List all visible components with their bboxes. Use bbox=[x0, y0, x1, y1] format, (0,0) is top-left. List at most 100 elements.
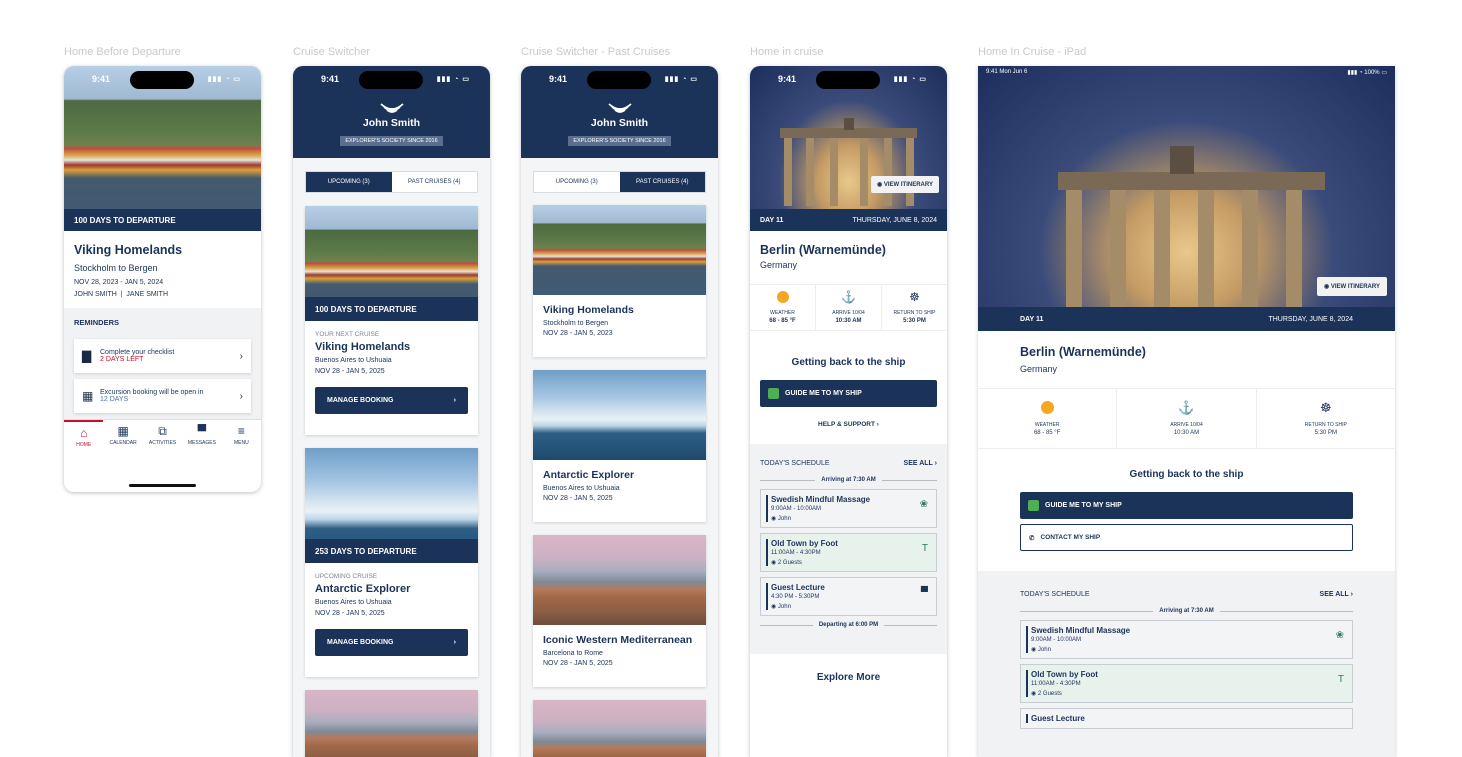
sun-icon bbox=[1040, 401, 1054, 414]
cruise-tabs: UPCOMING (3) PAST CRUISES (4) bbox=[533, 171, 706, 193]
event-attendee: ◉ John bbox=[771, 604, 791, 610]
event-title: Swedish Mindful Massage bbox=[1031, 626, 1131, 635]
help-support-link[interactable]: HELP & SUPPORT › bbox=[750, 421, 947, 428]
calendar-icon: ▦ bbox=[117, 424, 129, 438]
info-value: 5:30 PM bbox=[1314, 430, 1337, 436]
arriving-divider: Arriving at 7:30 AM bbox=[1020, 608, 1353, 614]
tab-upcoming[interactable]: UPCOMING (3) bbox=[306, 172, 392, 192]
phone-home-before-departure: 9:41 ▮▮▮ ◔ ▭ 100 DAYS TO DEPARTURE Viking… bbox=[64, 66, 261, 492]
anchor-icon: ⚓ bbox=[841, 290, 856, 304]
status-time: 9:41 Mon Jun 6 bbox=[986, 69, 1028, 75]
cruise-label: UPCOMING CRUISE bbox=[315, 573, 378, 580]
departure-banner: 253 DAYS TO DEPARTURE bbox=[305, 539, 478, 563]
chevron-right-icon: › bbox=[239, 390, 243, 402]
battery-level: 100% bbox=[1364, 69, 1380, 76]
cruise-card[interactable]: 100 DAYS TO DEPARTURE YOUR NEXT CRUISE V… bbox=[305, 206, 478, 435]
profile-name: John Smith bbox=[362, 117, 421, 129]
schedule-item[interactable]: Guest Lecture 4:30 PM - 5:30PM ◉ John ▀ bbox=[760, 577, 937, 616]
status-time: 9:41 bbox=[321, 74, 340, 84]
nav-home[interactable]: ⌂ HOME bbox=[64, 420, 104, 457]
nav-calendar[interactable]: ▦ CALENDAR bbox=[103, 420, 142, 457]
event-time: 9:00AM - 10:00AM bbox=[1031, 637, 1082, 643]
phone-past-cruises: 9:41 ▮▮▮ ◔ ▭ John Smith EXPLORER'S SOCIET… bbox=[521, 66, 718, 757]
status-time: 9:41 bbox=[549, 74, 568, 84]
map-icon bbox=[1028, 500, 1039, 511]
cruise-dates: NOV 28 - JAN 5, 2025 bbox=[315, 610, 385, 617]
see-all-link[interactable]: SEE ALL › bbox=[904, 460, 937, 467]
event-title: Old Town by Foot bbox=[1031, 670, 1098, 679]
cruise-dates: NOV 28, 2023 - JAN 5, 2024 bbox=[74, 279, 164, 286]
guide-me-button[interactable]: GUIDE ME TO MY SHIP bbox=[1020, 492, 1353, 519]
cruise-card[interactable]: 253 DAYS TO DEPARTURE UPCOMING CRUISE An… bbox=[305, 448, 478, 677]
attendee-name: John bbox=[777, 516, 791, 522]
reminder-excursion[interactable]: ▦ Excursion booking will be open in 12 DA… bbox=[74, 379, 251, 413]
return-info: ☸ RETURN TO SHIP 5:30 PM bbox=[881, 285, 947, 330]
status-time: 9:41 bbox=[92, 74, 111, 84]
tab-past-cruises[interactable]: PAST CRUISES (4) bbox=[619, 172, 705, 192]
shirt-icon: T bbox=[921, 543, 928, 554]
nav-menu[interactable]: ≡ MENU bbox=[222, 420, 261, 457]
schedule-item[interactable]: Old Town by Foot 11:00AM - 4:30PM ◉ 2 Gues… bbox=[760, 533, 937, 572]
button-label: VIEW ITINERARY bbox=[1330, 284, 1380, 290]
attendee-name: John bbox=[1037, 647, 1051, 653]
nav-messages[interactable]: ▀ MESSAGES bbox=[182, 420, 221, 457]
cruise-route: Stockholm to Bergen bbox=[74, 263, 158, 273]
guest-name: JANE SMITH bbox=[126, 291, 169, 298]
event-title: Old Town by Foot bbox=[771, 539, 838, 548]
tab-upcoming[interactable]: UPCOMING (3) bbox=[534, 172, 620, 192]
phone-icon: ✆ bbox=[1029, 534, 1035, 542]
location-pin-icon: ◉ bbox=[876, 182, 884, 188]
reminder-deadline: 12 DAYS bbox=[100, 396, 129, 403]
event-title: Swedish Mindful Massage bbox=[771, 495, 871, 504]
guide-me-button[interactable]: GUIDE ME TO MY SHIP bbox=[760, 380, 937, 407]
past-cruise-card[interactable]: Iconic Western Mediterranean Barcelona t… bbox=[533, 535, 706, 687]
past-cruise-card[interactable] bbox=[533, 700, 706, 757]
view-itinerary-button[interactable]: ◉ VIEW ITINERARY bbox=[870, 176, 939, 193]
schedule-item[interactable]: Guest Lecture bbox=[1020, 708, 1353, 729]
tab-past-cruises[interactable]: PAST CRUISES (4) bbox=[392, 172, 478, 192]
schedule-item[interactable]: Swedish Mindful Massage 9:00AM - 10:00AM ◉… bbox=[1020, 620, 1353, 659]
schedule-item[interactable]: Swedish Mindful Massage 9:00AM - 10:00AM ◉… bbox=[760, 489, 937, 528]
manage-booking-button[interactable]: MANAGE BOOKING › bbox=[315, 387, 468, 414]
cruise-photo bbox=[533, 370, 706, 460]
button-label: MANAGE BOOKING bbox=[327, 397, 394, 404]
society-badge: EXPLORER'S SOCIETY SINCE 2016 bbox=[340, 136, 443, 146]
status-time: 9:41 bbox=[778, 74, 797, 84]
cruise-title: Viking Homelands bbox=[74, 243, 183, 257]
weather-info: WEATHER 68 - 85 °F bbox=[978, 389, 1116, 448]
see-all-link[interactable]: SEE ALL › bbox=[1320, 591, 1353, 598]
info-value: 5:30 PM bbox=[903, 318, 926, 324]
schedule-title: TODAY'S SCHEDULE bbox=[760, 460, 830, 467]
menu-icon: ≡ bbox=[237, 424, 245, 438]
schedule-item[interactable]: Old Town by Foot 11:00AM - 4:30PM ◉ 2 Gues… bbox=[1020, 664, 1353, 703]
cruise-photo bbox=[533, 535, 706, 625]
contact-ship-button[interactable]: ✆ CONTACT MY SHIP bbox=[1020, 524, 1353, 551]
cruise-route: Buenos Aires to Ushuaia bbox=[315, 599, 392, 606]
manage-booking-button[interactable]: MANAGE BOOKING › bbox=[315, 629, 468, 656]
cruise-label: YOUR NEXT CRUISE bbox=[315, 331, 380, 338]
nav-label: MENU bbox=[233, 440, 249, 446]
chevron-right-icon: › bbox=[239, 350, 243, 362]
schedule-title: TODAY'S SCHEDULE bbox=[1020, 591, 1090, 598]
cruise-route: Buenos Aires to Ushuaia bbox=[543, 485, 620, 492]
cruise-card[interactable] bbox=[305, 690, 478, 757]
view-itinerary-button[interactable]: ◉ VIEW ITINERARY bbox=[1316, 277, 1387, 296]
past-cruise-card[interactable]: Antarctic Explorer Buenos Aires to Ushua… bbox=[533, 370, 706, 522]
event-attendee: ◉ John bbox=[771, 516, 791, 522]
cruise-dates: NOV 28 - JAN 5, 2025 bbox=[543, 495, 613, 502]
cruise-tabs: UPCOMING (3) PAST CRUISES (4) bbox=[305, 171, 478, 193]
cruise-title: Viking Homelands bbox=[315, 341, 411, 353]
arrive-info: ⚓ ARRIVE 10/04 10:30 AM bbox=[815, 285, 881, 330]
info-value: 10:30 AM bbox=[1173, 430, 1200, 436]
departure-banner: 100 DAYS TO DEPARTURE bbox=[64, 209, 261, 231]
dynamic-island bbox=[816, 71, 880, 89]
attendee-name: John bbox=[777, 604, 791, 610]
info-value: 10:30 AM bbox=[835, 318, 862, 324]
arriving-divider: Arriving at 7:30 AM bbox=[760, 477, 937, 483]
past-cruise-card[interactable]: Viking Homelands Stockholm to Bergen NOV… bbox=[533, 205, 706, 357]
departing-divider: Departing at 6:00 PM bbox=[760, 622, 937, 628]
explore-more-title: Explore More bbox=[816, 672, 881, 683]
nav-activities[interactable]: ⧉ ACTIVITIES bbox=[143, 420, 182, 457]
day-label: DAY 11 bbox=[1020, 315, 1044, 323]
reminder-checklist[interactable]: ▇ Complete your checklist 2 DAYS LEFT › bbox=[74, 339, 251, 373]
